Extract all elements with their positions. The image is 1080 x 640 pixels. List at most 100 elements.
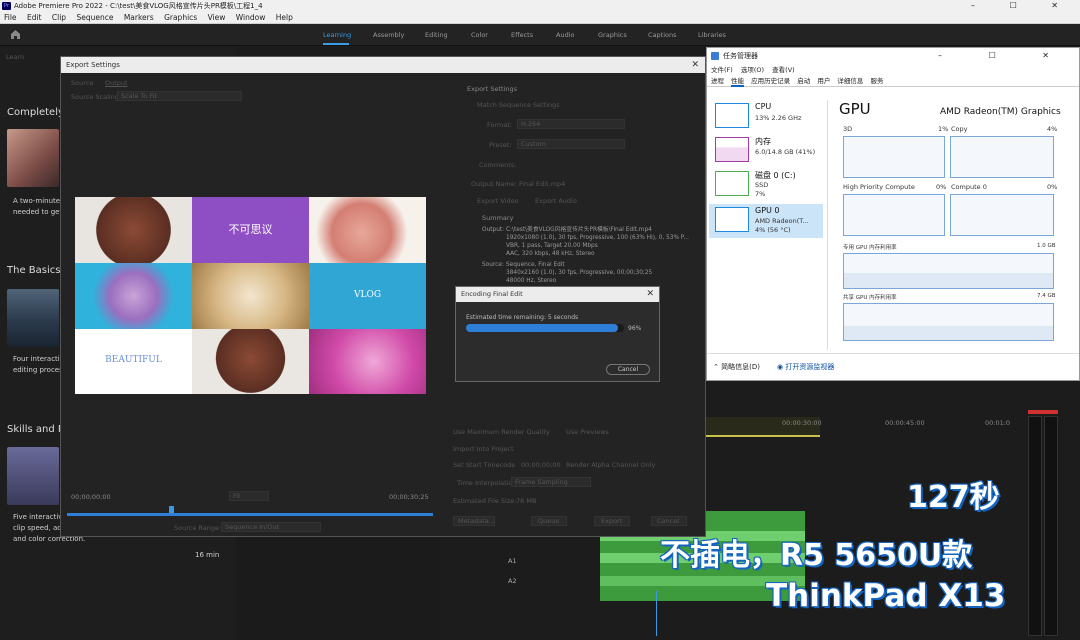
shared-memory-label: 共享 GPU 内存利用率 (843, 295, 897, 301)
export-audio-checkbox[interactable]: Export Audio (535, 197, 577, 205)
menu-file[interactable]: File (4, 13, 17, 22)
menu-file[interactable]: 文件(F) (711, 66, 733, 74)
menu-view[interactable]: View (208, 13, 226, 22)
menu-edit[interactable]: Edit (27, 13, 42, 22)
source-scaling-select[interactable]: Scale To Fit (117, 91, 242, 101)
start-timecode-field[interactable]: 00;00;00;00 (521, 461, 561, 469)
ruler-time: 00:00:30:00 (782, 419, 822, 427)
tab-processes[interactable]: 进程 (711, 77, 724, 85)
export-video-checkbox[interactable]: Export Video (477, 197, 519, 205)
shared-memory-max: 7.4 GB (1037, 293, 1056, 299)
task-manager-tabs: 进程 性能 应用历史记录 启动 用户 详细信息 服务 (707, 75, 1079, 87)
meter-peak (1028, 410, 1058, 414)
tab-performance[interactable]: 性能 (731, 77, 745, 87)
tutorial-title[interactable]: The Basics (7, 265, 60, 276)
perf-item-cpu[interactable]: CPU 13% 2.26 GHz (709, 100, 823, 134)
metadata-button[interactable]: Metadata... (453, 516, 495, 526)
food-image (192, 263, 309, 329)
tab-app-history[interactable]: 应用历史记录 (751, 77, 790, 85)
tab-graphics[interactable]: Graphics (598, 31, 627, 39)
menu-view[interactable]: 查看(V) (772, 66, 795, 74)
tutorial-thumbnail[interactable] (7, 447, 59, 505)
graph-dedicated-memory (843, 253, 1054, 289)
format-select[interactable]: H.264 (517, 119, 625, 129)
tab-audio[interactable]: Audio (556, 31, 574, 39)
source-scaling-label: Source Scaling: (71, 93, 122, 101)
window-controls[interactable]: – ☐ ✕ (938, 48, 1071, 64)
match-sequence-checkbox[interactable]: Match Sequence Settings (477, 101, 560, 109)
close-icon[interactable]: ✕ (646, 287, 654, 302)
queue-button[interactable]: Queue (531, 516, 567, 526)
export-settings-header: Export Settings (467, 85, 518, 93)
source-range-label: Source Range: (174, 524, 222, 532)
import-into-project-checkbox[interactable]: Import Into Project (453, 445, 514, 453)
zoom-fit-select[interactable]: Fit (229, 491, 269, 501)
fewer-details-link[interactable]: ⌃ 简略信息(D) (713, 362, 760, 372)
tab-services[interactable]: 服务 (870, 77, 883, 85)
premiere-logo-icon: Pr (2, 2, 11, 10)
output-name-link[interactable]: Final Edit.mp4 (519, 180, 565, 188)
comments-label: Comments: (479, 161, 517, 169)
export-dialog-title: Export Settings (66, 61, 120, 69)
tab-startup[interactable]: 启动 (797, 77, 810, 85)
perf-item-gpu[interactable]: GPU 0 AMD Radeon(T... 4% (56 °C) (709, 204, 823, 238)
disk-mini-graph (715, 171, 749, 196)
tab-source[interactable]: Source (71, 79, 93, 87)
tab-assembly[interactable]: Assembly (373, 31, 404, 39)
max-render-checkbox[interactable]: Use Maximum Render Quality (453, 428, 550, 436)
graph-label-compute: Compute 0 (951, 183, 987, 191)
menu-clip[interactable]: Clip (52, 13, 66, 22)
set-start-timecode-checkbox[interactable]: Set Start Timecode (453, 461, 515, 469)
tab-color[interactable]: Color (471, 31, 488, 39)
tab-users[interactable]: 用户 (817, 77, 830, 85)
source-range-select[interactable]: Sequence In/Out (221, 522, 321, 532)
menu-help[interactable]: Help (276, 13, 293, 22)
home-icon[interactable] (10, 29, 21, 39)
tab-libraries[interactable]: Libraries (698, 31, 726, 39)
cancel-button[interactable]: Cancel (651, 516, 687, 526)
render-alpha-checkbox[interactable]: Render Alpha Channel Only (566, 461, 655, 469)
food-image (75, 197, 192, 263)
menu-graphics[interactable]: Graphics (164, 13, 197, 22)
meter-right (1044, 416, 1058, 636)
progress-fill (466, 324, 618, 332)
graph-3d (843, 136, 945, 178)
playhead-marker[interactable] (169, 506, 174, 513)
graph-compute (950, 194, 1054, 236)
playhead[interactable] (656, 591, 657, 636)
menu-options[interactable]: 选项(O) (741, 66, 764, 74)
tab-details[interactable]: 详细信息 (837, 77, 863, 85)
menu-window[interactable]: Window (236, 13, 266, 22)
tutorial-title[interactable]: Completely (7, 107, 64, 118)
close-icon[interactable]: ✕ (691, 57, 699, 73)
divider (827, 100, 828, 350)
menu-bar: File Edit Clip Sequence Markers Graphics… (0, 12, 1080, 24)
use-previews-checkbox[interactable]: Use Previews (566, 428, 609, 436)
tab-captions[interactable]: Captions (648, 31, 677, 39)
tutorial-thumbnail[interactable] (7, 289, 59, 347)
tab-output[interactable]: Output (105, 79, 128, 87)
white-tile: BEAUTIFUL (75, 329, 192, 394)
cancel-encoding-button[interactable]: Cancel (606, 364, 650, 375)
dedicated-memory-max: 1.0 GB (1037, 243, 1056, 249)
tab-learning[interactable]: Learning (323, 31, 351, 39)
open-resource-monitor-link[interactable]: ◉ 打开资源监视器 (777, 362, 834, 372)
track-label: A1 (508, 557, 517, 565)
tab-editing[interactable]: Editing (425, 31, 448, 39)
export-button[interactable]: Export (594, 516, 630, 526)
time-interpolation-select[interactable]: Frame Sampling (511, 477, 591, 487)
perf-item-disk[interactable]: 磁盘 0 (C:) SSD 7% (709, 168, 823, 202)
graph-label-copy: Copy (951, 125, 968, 133)
tutorial-thumbnail[interactable] (7, 129, 59, 187)
purple-tile: 不可思议 (192, 197, 309, 263)
export-dialog-titlebar: Export Settings ✕ (61, 57, 705, 73)
window-controls[interactable]: – ☐ ✕ (971, 0, 1074, 12)
task-manager-window: 任务管理器 – ☐ ✕ 文件(F) 选项(O) 查看(V) 进程 性能 应用历史… (706, 47, 1080, 381)
tab-effects[interactable]: Effects (511, 31, 533, 39)
menu-markers[interactable]: Markers (124, 13, 154, 22)
menu-sequence[interactable]: Sequence (76, 13, 113, 22)
preset-select[interactable]: Custom (517, 139, 625, 149)
source-range-bar[interactable] (67, 513, 433, 516)
tutorial-title[interactable]: Skills and Pr (7, 424, 68, 435)
perf-item-memory[interactable]: 内存 6.0/14.8 GB (41%) (709, 134, 823, 168)
